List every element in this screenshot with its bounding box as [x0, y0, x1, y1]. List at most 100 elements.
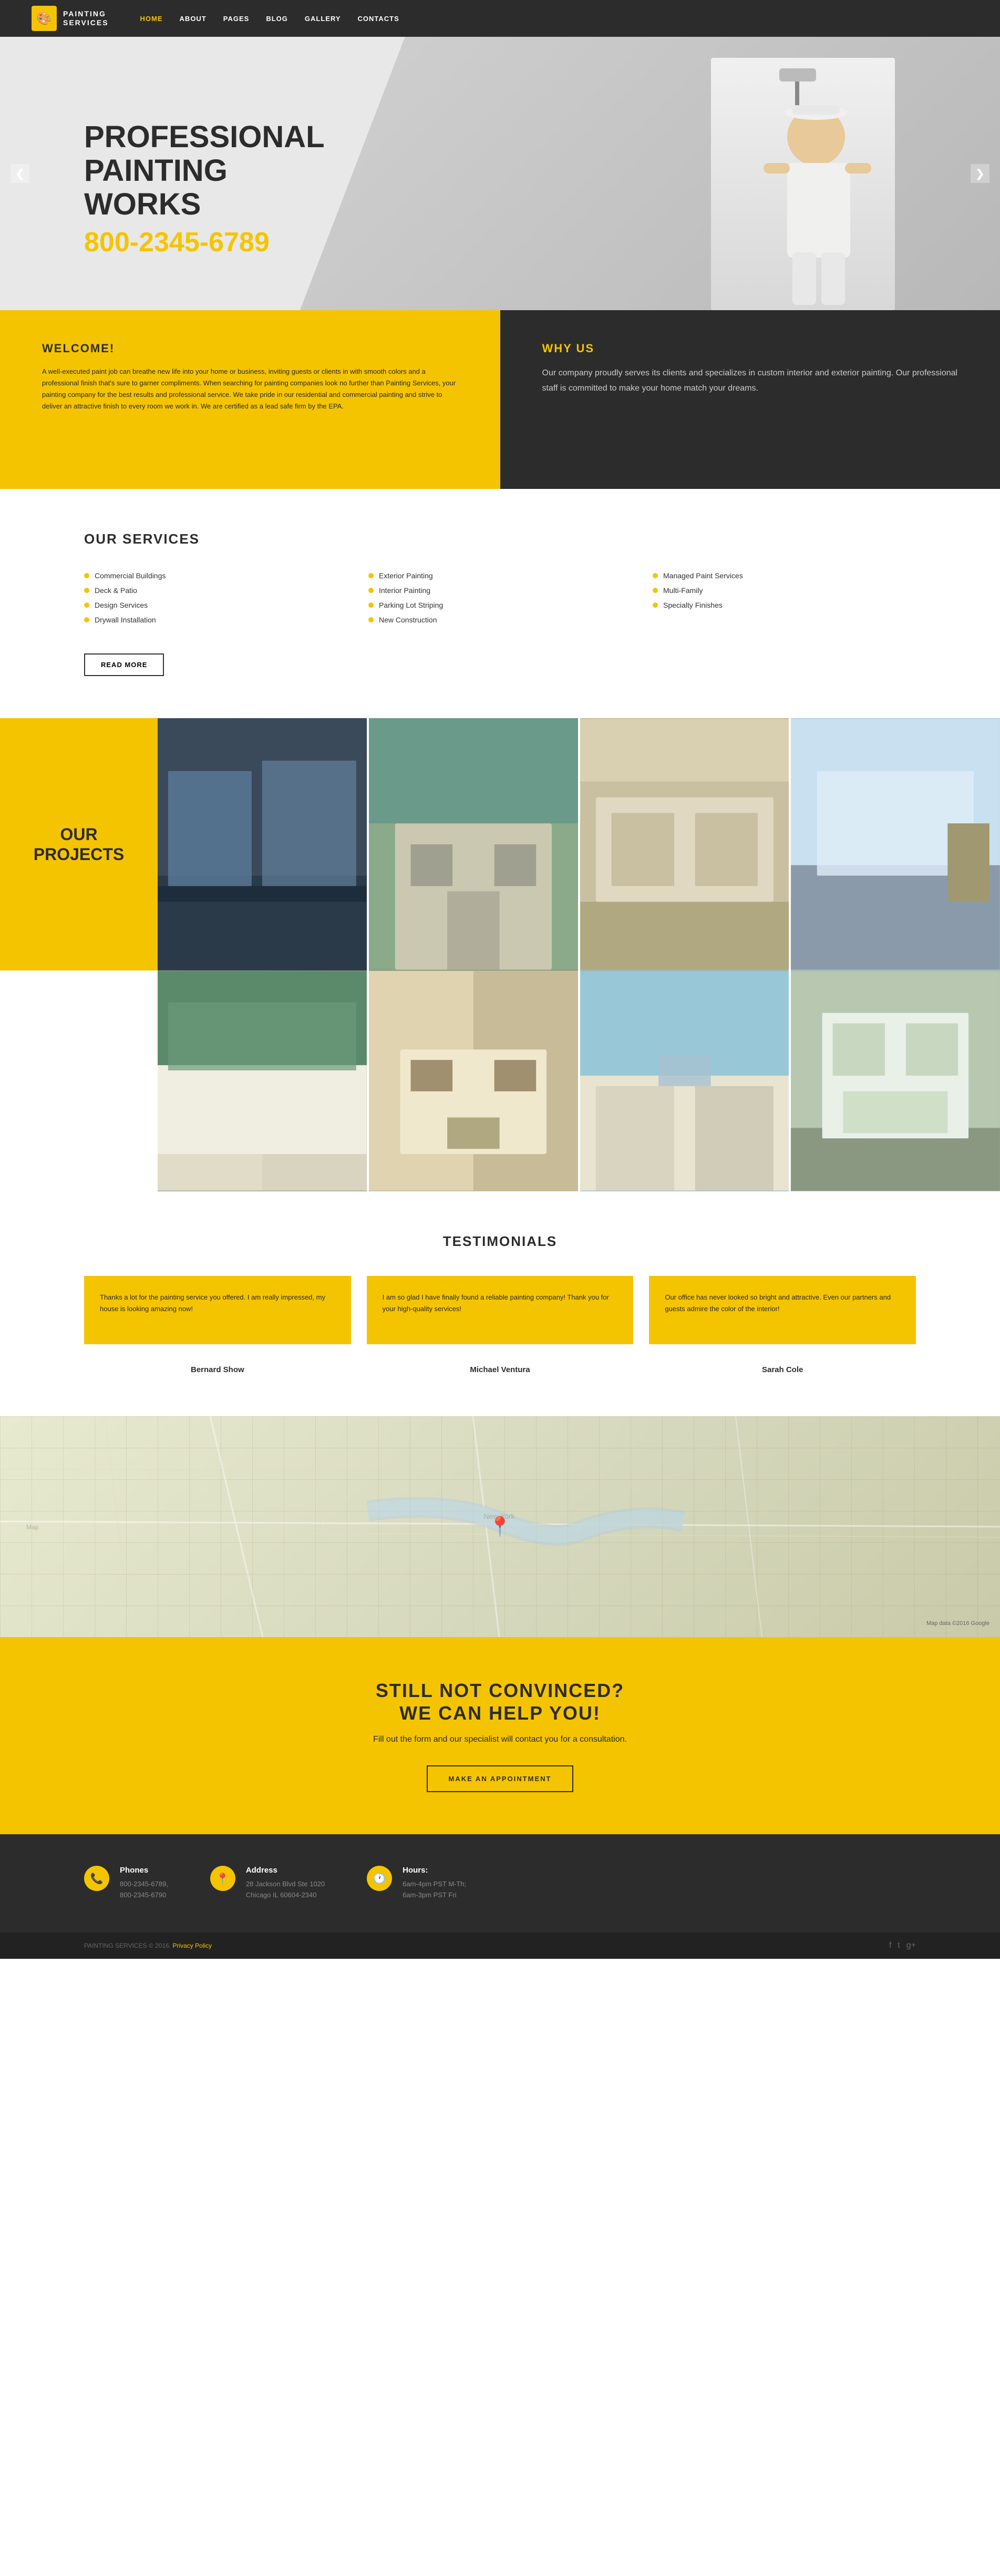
welcome-left: WELCOME! A well-executed paint job can b…: [0, 310, 500, 489]
bullet-icon: [84, 617, 89, 622]
projects-images-top: [158, 718, 1000, 970]
footer-hours-lines: 6am-4pm PST M-Th; 6am-3pm PST Fri: [403, 1879, 466, 1901]
twitter-icon[interactable]: t: [898, 1941, 900, 1950]
footer-address-lines: 28 Jackson Blvd Ste 1020 Chicago IL 6060…: [246, 1879, 325, 1901]
footer-phones-lines: 800-2345-6789, 800-2345-6790: [120, 1879, 168, 1901]
logo[interactable]: 🎨 PAINTING SERVICES: [32, 6, 109, 31]
project-image[interactable]: [158, 970, 367, 1191]
map-attribution: Map data ©2016 Google: [926, 1620, 989, 1627]
hero-title: PROFESSIONAL PAINTING WORKS: [84, 120, 347, 221]
footer-phones-content: Phones 800-2345-6789, 800-2345-6790: [120, 1866, 168, 1901]
list-item: Exterior Painting: [368, 568, 632, 583]
testimonial-text: Thanks a lot for the painting service yo…: [100, 1292, 335, 1315]
hero-painter-image: [711, 58, 895, 310]
project-image[interactable]: [369, 718, 578, 970]
footer: 📞 Phones 800-2345-6789, 800-2345-6790 📍 …: [0, 1834, 1000, 1933]
cta-title: STILL NOT CONVINCED? WE CAN HELP YOU!: [84, 1679, 916, 1724]
list-item: New Construction: [368, 612, 632, 627]
bullet-icon: [84, 602, 89, 608]
services-col-3: Managed Paint Services Multi-Family Spec…: [653, 568, 916, 627]
welcome-text: A well-executed paint job can breathe ne…: [42, 366, 458, 412]
list-item: Managed Paint Services: [653, 568, 916, 583]
list-item: Design Services: [84, 598, 347, 612]
svg-text:Map: Map: [26, 1524, 39, 1531]
bullet-icon: [84, 588, 89, 593]
hero-phone: 800-2345-6789: [84, 227, 347, 258]
phone-icon: 📞: [84, 1866, 109, 1891]
project-image[interactable]: [580, 718, 789, 970]
list-item: Multi-Family: [653, 583, 916, 598]
testimonials-section: TESTIMONIALS Thanks a lot for the painti…: [0, 1191, 1000, 1416]
why-us-title: WHY US: [542, 342, 958, 355]
googleplus-icon[interactable]: g+: [906, 1941, 916, 1950]
projects-top-row: OUR PROJECTS: [0, 718, 1000, 970]
bullet-icon: [368, 573, 374, 578]
hero-next-button[interactable]: ❯: [971, 164, 989, 183]
testimonial-names: Bernard Show Michael Ventura Sarah Cole: [84, 1360, 916, 1374]
hours-icon: 🕐: [367, 1866, 392, 1891]
map-section[interactable]: New York Map 📍 Map data ©2016 Google: [0, 1416, 1000, 1637]
address-icon: 📍: [210, 1866, 235, 1891]
hero-background: [300, 37, 1000, 310]
nav-pages[interactable]: PAGES: [223, 15, 250, 23]
testimonial-card: Our office has never looked so bright an…: [649, 1276, 916, 1344]
list-item: Interior Painting: [368, 583, 632, 598]
project-image[interactable]: [369, 970, 578, 1191]
testimonial-name: Bernard Show: [84, 1360, 351, 1374]
hero-prev-button[interactable]: ❮: [11, 164, 29, 183]
map-pin: 📍: [488, 1516, 512, 1538]
welcome-section: WELCOME! A well-executed paint job can b…: [0, 310, 1000, 489]
services-title: OUR SERVICES: [84, 531, 916, 547]
footer-address-title: Address: [246, 1866, 325, 1875]
bullet-icon: [653, 602, 658, 608]
testimonials-title: TESTIMONIALS: [84, 1233, 916, 1250]
welcome-title: WELCOME!: [42, 342, 458, 355]
bullet-icon: [368, 617, 374, 622]
logo-icon: 🎨: [32, 6, 57, 31]
footer-address-content: Address 28 Jackson Blvd Ste 1020 Chicago…: [246, 1866, 325, 1901]
testimonial-card: Thanks a lot for the painting service yo…: [84, 1276, 351, 1344]
nav-blog[interactable]: BLOG: [266, 15, 288, 23]
projects-title: OUR PROJECTS: [34, 824, 124, 865]
nav-contacts[interactable]: CONTACTS: [358, 15, 399, 23]
list-item: Drywall Installation: [84, 612, 347, 627]
project-image[interactable]: [791, 718, 1000, 970]
bullet-icon: [368, 588, 374, 593]
nav-gallery[interactable]: GALLERY: [305, 15, 341, 23]
footer-copyright: PAINTING SERVICES © 2016. Privacy Policy: [84, 1942, 212, 1949]
make-appointment-button[interactable]: MAKE AN APPOINTMENT: [427, 1765, 574, 1792]
footer-phones: 📞 Phones 800-2345-6789, 800-2345-6790: [84, 1866, 168, 1901]
services-section: OUR SERVICES Commercial Buildings Deck &…: [0, 489, 1000, 718]
privacy-policy-link[interactable]: Privacy Policy: [172, 1942, 212, 1949]
services-col-2: Exterior Painting Interior Painting Park…: [368, 568, 632, 627]
nav-home[interactable]: HOME: [140, 15, 163, 23]
footer-social: f t g+: [889, 1941, 916, 1950]
bullet-icon: [84, 573, 89, 578]
logo-text: PAINTING SERVICES: [63, 9, 109, 27]
footer-bottom: PAINTING SERVICES © 2016. Privacy Policy…: [0, 1933, 1000, 1959]
list-item: Deck & Patio: [84, 583, 347, 598]
project-image[interactable]: [791, 970, 1000, 1191]
project-image[interactable]: [158, 718, 367, 970]
cta-subtitle: Fill out the form and our specialist wil…: [84, 1735, 916, 1744]
bullet-icon: [368, 602, 374, 608]
testimonial-name: Sarah Cole: [649, 1360, 916, 1374]
services-grid: Commercial Buildings Deck & Patio Design…: [84, 568, 916, 627]
list-item: Parking Lot Striping: [368, 598, 632, 612]
projects-section: OUR PROJECTS: [0, 718, 1000, 1191]
testimonial-text: Our office has never looked so bright an…: [665, 1292, 900, 1315]
services-col-1: Commercial Buildings Deck & Patio Design…: [84, 568, 347, 627]
hero-content: PROFESSIONAL PAINTING WORKS 800-2345-678…: [0, 89, 347, 258]
projects-bottom-row: [158, 970, 1000, 1191]
project-image[interactable]: [580, 970, 789, 1191]
nav-about[interactable]: ABOUT: [180, 15, 207, 23]
cta-section: STILL NOT CONVINCED? WE CAN HELP YOU! Fi…: [0, 1637, 1000, 1834]
bullet-icon: [653, 588, 658, 593]
why-us-text: Our company proudly serves its clients a…: [542, 366, 958, 396]
footer-hours-title: Hours:: [403, 1866, 466, 1875]
facebook-icon[interactable]: f: [889, 1941, 891, 1950]
list-item: Specialty Finishes: [653, 598, 916, 612]
projects-label: OUR PROJECTS: [0, 718, 158, 970]
read-more-button[interactable]: READ MORE: [84, 653, 164, 676]
header: 🎨 PAINTING SERVICES HOME ABOUT PAGES BLO…: [0, 0, 1000, 37]
